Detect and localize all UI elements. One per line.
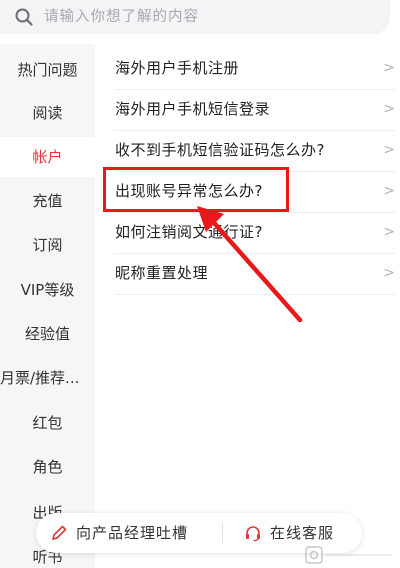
sidebar-item-vip[interactable]: VIP等级 <box>0 270 95 310</box>
chevron-right-icon: > <box>383 224 395 240</box>
question-list: 海外用户手机注册 > 海外用户手机短信登录 > 收不到手机短信验证码怎么办? >… <box>95 44 400 568</box>
chevron-right-icon: > <box>383 101 395 117</box>
search-bar: 请输入你想了解的内容 <box>0 0 400 40</box>
sidebar-item-redpacket[interactable]: 红包 <box>0 403 95 443</box>
list-item[interactable]: 收不到手机短信验证码怎么办? > <box>115 130 395 170</box>
category-sidebar: 热门问题 阅读 帐户 充值 订阅 VIP等级 经验值 月票/推荐... 红包 角… <box>0 44 95 568</box>
sidebar-item-reading[interactable]: 阅读 <box>0 93 95 133</box>
list-item[interactable]: 昵称重置处理 > <box>115 253 395 293</box>
annotation-highlight-box <box>103 167 289 212</box>
sidebar-item-monthly-ticket[interactable]: 月票/推荐... <box>0 358 95 398</box>
sidebar-item-account[interactable]: 帐户 <box>0 137 95 177</box>
chevron-right-icon: > <box>383 60 395 76</box>
search-placeholder: 请输入你想了解的内容 <box>44 9 199 25</box>
question-label: 昵称重置处理 <box>115 264 209 282</box>
feedback-label: 向产品经理吐槽 <box>76 524 189 542</box>
list-item[interactable]: 如何注销阅文通行证? > <box>115 212 395 252</box>
sidebar-item-role[interactable]: 角色 <box>0 447 95 487</box>
question-label: 海外用户手机短信登录 <box>115 100 271 118</box>
watermark-logo <box>305 546 392 564</box>
sidebar-item-hot[interactable]: 热门问题 <box>0 50 95 90</box>
headset-icon <box>246 526 260 542</box>
list-item[interactable]: 海外用户手机短信登录 > <box>115 89 395 129</box>
search-icon <box>15 8 33 26</box>
list-item[interactable]: 海外用户手机注册 > <box>115 48 395 88</box>
search-input[interactable]: 请输入你想了解的内容 <box>0 0 390 34</box>
chevron-right-icon: > <box>383 265 395 281</box>
question-label: 如何注销阅文通行证? <box>115 223 263 241</box>
sidebar-item-exp[interactable]: 经验值 <box>0 314 95 354</box>
question-label: 海外用户手机注册 <box>115 59 240 77</box>
pencil-icon <box>52 525 67 540</box>
sidebar-item-recharge[interactable]: 充值 <box>0 181 95 221</box>
question-label: 收不到手机短信验证码怎么办? <box>115 141 325 159</box>
sidebar-item-subscribe[interactable]: 订阅 <box>0 225 95 265</box>
chevron-right-icon: > <box>383 183 395 199</box>
divider <box>115 294 395 295</box>
divider <box>222 523 223 543</box>
chevron-right-icon: > <box>383 142 395 158</box>
